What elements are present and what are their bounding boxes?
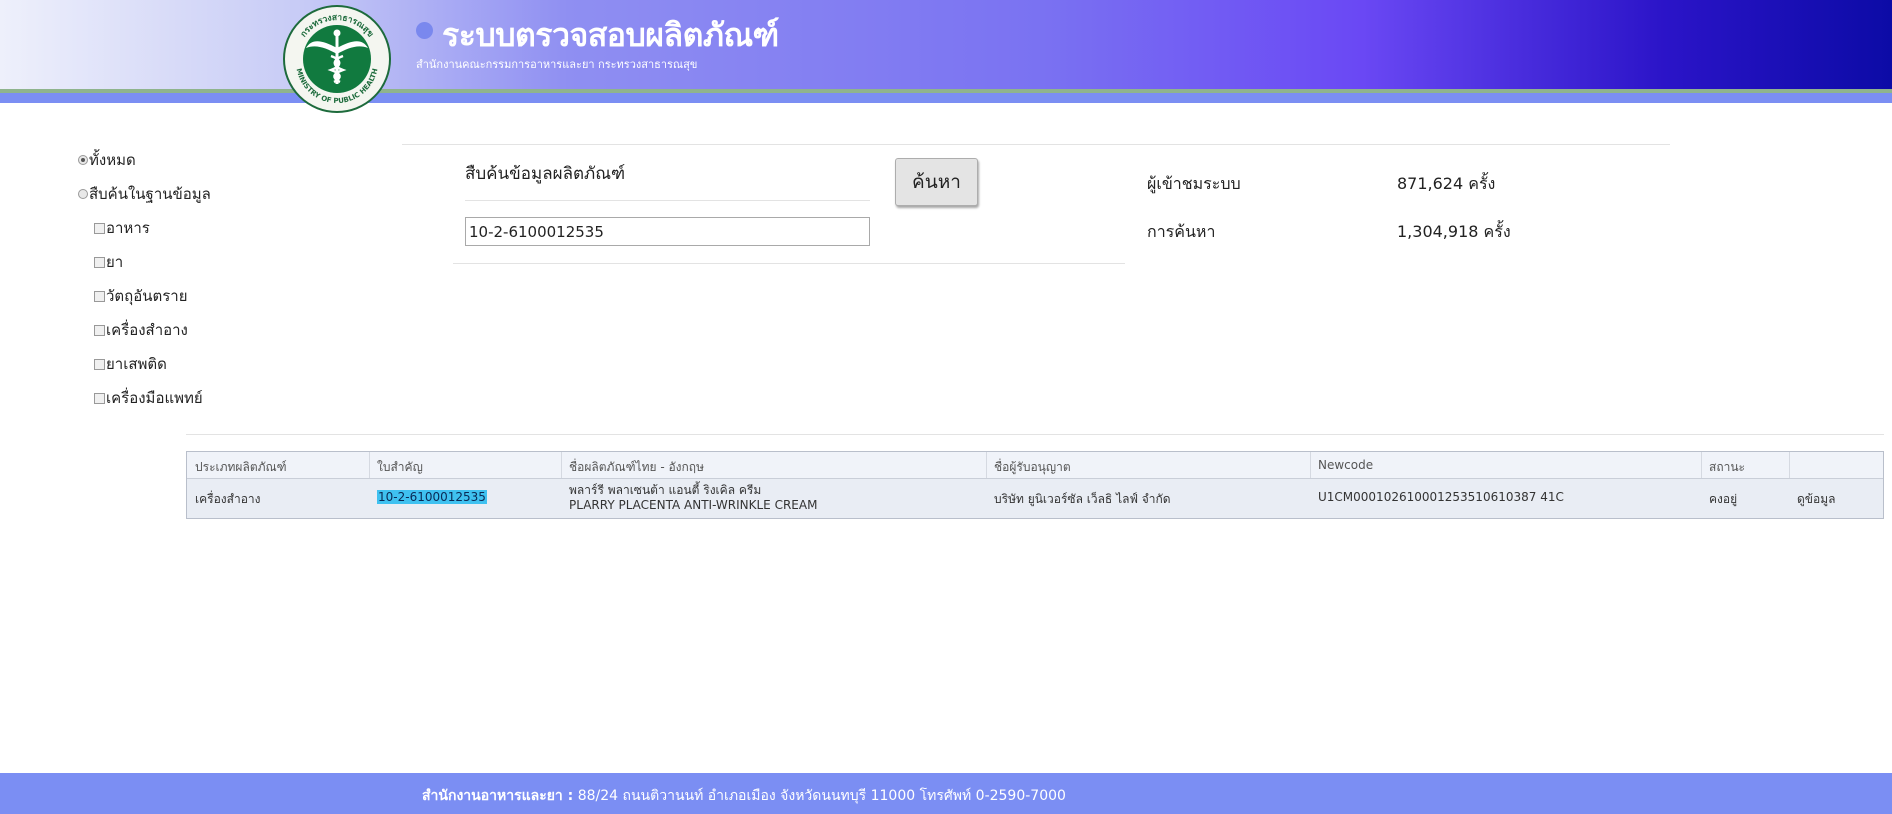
column-header-license: ใบสำคัญ [377,460,423,474]
row-license-highlight: 10-2-6100012535 [377,490,487,504]
row-license: 10-2-6100012535 [377,490,487,504]
category-narcotics[interactable]: ยาเสพติด [94,352,167,376]
checkbox-medical-devices[interactable] [94,392,105,404]
category-label: เครื่องสำอาง [106,321,188,339]
column-header-product-name: ชื่อผลิตภัณฑ์ไทย - อังกฤษ [569,460,704,474]
checkbox-narcotics[interactable] [94,358,105,370]
scope-option-database[interactable]: สืบค้นในฐานข้อมูล [78,182,211,206]
scope-option-all[interactable]: ทั้งหมด [78,148,136,172]
checkbox-drug[interactable] [94,256,105,268]
category-label: อาหาร [106,219,150,237]
app-title: ระบบตรวจสอบผลิตภัณฑ์ [442,16,779,54]
visitors-value: 871,624 ครั้ง [1397,174,1496,193]
row-status: คงอยู่ [1709,492,1738,506]
row-product-name: พลาร์รี พลาเซนต้า แอนตี้ ริงเคิล ครีม PL… [569,483,817,513]
search-input[interactable] [465,217,870,246]
row-type: เครื่องสำอาง [195,492,261,506]
scope-option-database-label: สืบค้นในฐานข้อมูล [89,185,211,203]
searches-label: การค้นหา [1147,222,1216,241]
column-divider [986,452,987,478]
column-divider [1789,452,1790,478]
search-label: สืบค้นข้อมูลผลิตภัณฑ์ [465,164,626,184]
app-subtitle: สำนักงานคณะกรรมการอาหารและยา กระทรวงสาธา… [416,58,698,71]
column-header-status: สถานะ [1709,460,1745,474]
column-divider [561,452,562,478]
column-header-type: ประเภทผลิตภัณฑ์ [195,460,287,474]
search-bottom-divider [453,263,1125,264]
row-newcode: U1CM000102610001253510610387 41C [1318,490,1564,504]
column-header-newcode: Newcode [1318,458,1374,472]
column-header-licensee: ชื่อผู้รับอนุญาต [994,460,1071,474]
view-details-link[interactable]: ดูข้อมูล [1797,490,1835,509]
category-food[interactable]: อาหาร [94,216,150,240]
results-top-divider [186,434,1884,435]
category-hazardous[interactable]: วัตถุอันตราย [94,284,188,308]
category-label: เครื่องมือแพทย์ [106,389,203,407]
category-label: ยา [106,253,124,271]
radio-database[interactable] [78,189,88,199]
category-label: วัตถุอันตราย [106,287,188,305]
radio-all[interactable] [78,155,88,165]
scope-option-all-label: ทั้งหมด [89,151,136,169]
results-table: ประเภทผลิตภัณฑ์ ใบสำคัญ ชื่อผลิตภัณฑ์ไทย… [186,451,1884,519]
column-divider [1310,452,1311,478]
title-bullet-icon [416,22,433,39]
footer-address: 88/24 ถนนติวานนท์ อำเภอเมือง จังหวัดนนทบ… [577,788,1066,804]
search-label-divider [465,200,870,201]
column-divider [1701,452,1702,478]
category-drug[interactable]: ยา [94,250,123,274]
row-product-name-th: พลาร์รี พลาเซนต้า แอนตี้ ริงเคิล ครีม [569,483,762,497]
visitors-label: ผู้เข้าชมระบบ [1147,174,1241,193]
checkbox-cosmetics[interactable] [94,324,105,336]
category-medical-devices[interactable]: เครื่องมือแพทย์ [94,386,203,410]
row-product-name-en: PLARRY PLACENTA ANTI-WRINKLE CREAM [569,498,818,512]
searches-value: 1,304,918 ครั้ง [1397,222,1511,241]
checkbox-hazardous[interactable] [94,290,105,302]
footer-org: สำนักงานอาหารและยา : [422,788,574,804]
column-divider [369,452,370,478]
search-button[interactable]: ค้นหา [895,158,978,206]
checkbox-food[interactable] [94,222,105,234]
search-top-divider [402,144,1670,145]
ministry-seal-logo: กระทรวงสาธารณสุข MINISTRY OF PUBLIC HEAL… [283,5,391,113]
page: กระทรวงสาธารณสุข MINISTRY OF PUBLIC HEAL… [0,0,1892,814]
category-label: ยาเสพติด [106,355,167,373]
results-table-header: ประเภทผลิตภัณฑ์ ใบสำคัญ ชื่อผลิตภัณฑ์ไทย… [187,452,1883,479]
footer: สำนักงานอาหารและยา : 88/24 ถนนติวานนท์ อ… [0,773,1892,814]
category-cosmetics[interactable]: เครื่องสำอาง [94,318,188,342]
footer-contact: สำนักงานอาหารและยา : 88/24 ถนนติวานนท์ อ… [422,785,1066,807]
row-licensee: บริษัท ยูนิเวอร์ซัล เว็ลธิ ไลฟ์ จำกัด [994,492,1171,506]
